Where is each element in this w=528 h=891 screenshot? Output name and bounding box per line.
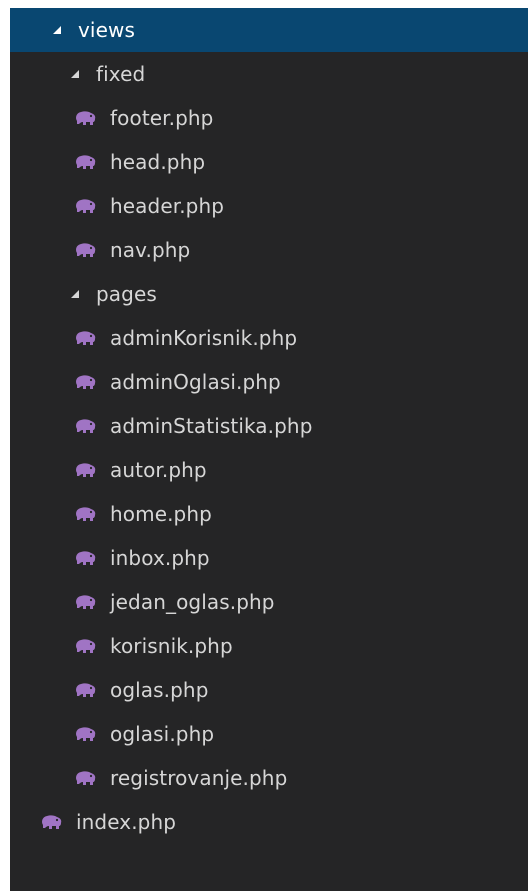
- php-elephant-icon: [74, 404, 98, 448]
- php-elephant-icon: [74, 624, 98, 668]
- file-item[interactable]: jedan_oglas.php: [10, 580, 528, 624]
- folder-label: views: [78, 18, 135, 42]
- file-item[interactable]: autor.php: [10, 448, 528, 492]
- file-item[interactable]: adminStatistika.php: [10, 404, 528, 448]
- file-label: head.php: [110, 150, 206, 174]
- file-item[interactable]: index.php: [10, 800, 528, 844]
- file-label: footer.php: [110, 106, 214, 130]
- php-elephant-icon: [74, 668, 98, 712]
- folder-pages[interactable]: pages: [10, 272, 528, 316]
- php-elephant-icon: [74, 228, 98, 272]
- file-label: jedan_oglas.php: [110, 590, 275, 614]
- file-label: adminOglasi.php: [110, 370, 281, 394]
- php-elephant-icon: [74, 756, 98, 800]
- file-item[interactable]: nav.php: [10, 228, 528, 272]
- file-label: registrovanje.php: [110, 766, 288, 790]
- php-elephant-icon: [40, 800, 64, 844]
- folder-label: fixed: [96, 62, 146, 86]
- php-elephant-icon: [74, 360, 98, 404]
- folder-label: pages: [96, 282, 157, 306]
- file-label: korisnik.php: [110, 634, 233, 658]
- php-elephant-icon: [74, 712, 98, 756]
- file-item[interactable]: oglasi.php: [10, 712, 528, 756]
- file-item[interactable]: korisnik.php: [10, 624, 528, 668]
- chevron-down-icon[interactable]: [66, 272, 84, 316]
- file-label: nav.php: [110, 238, 191, 262]
- file-item[interactable]: adminKorisnik.php: [10, 316, 528, 360]
- file-item[interactable]: header.php: [10, 184, 528, 228]
- file-item[interactable]: adminOglasi.php: [10, 360, 528, 404]
- php-elephant-icon: [74, 96, 98, 140]
- php-elephant-icon: [74, 184, 98, 228]
- php-elephant-icon: [74, 492, 98, 536]
- file-item[interactable]: oglas.php: [10, 668, 528, 712]
- chevron-down-icon[interactable]: [48, 8, 66, 52]
- php-elephant-icon: [74, 448, 98, 492]
- file-item[interactable]: head.php: [10, 140, 528, 184]
- file-item[interactable]: inbox.php: [10, 536, 528, 580]
- php-elephant-icon: [74, 140, 98, 184]
- folder-fixed[interactable]: fixed: [10, 52, 528, 96]
- chevron-down-icon[interactable]: [66, 52, 84, 96]
- file-label: oglasi.php: [110, 722, 215, 746]
- php-elephant-icon: [74, 580, 98, 624]
- file-item[interactable]: registrovanje.php: [10, 756, 528, 800]
- file-label: oglas.php: [110, 678, 209, 702]
- file-label: adminKorisnik.php: [110, 326, 298, 350]
- file-label: header.php: [110, 194, 225, 218]
- folder-views[interactable]: views: [10, 8, 528, 52]
- file-item[interactable]: footer.php: [10, 96, 528, 140]
- php-elephant-icon: [74, 316, 98, 360]
- file-label: index.php: [76, 810, 177, 834]
- file-item[interactable]: home.php: [10, 492, 528, 536]
- php-elephant-icon: [74, 536, 98, 580]
- file-explorer: views fixed footer.php head.php header.p…: [10, 8, 528, 891]
- file-label: adminStatistika.php: [110, 414, 313, 438]
- file-label: autor.php: [110, 458, 207, 482]
- file-label: home.php: [110, 502, 212, 526]
- file-label: inbox.php: [110, 546, 210, 570]
